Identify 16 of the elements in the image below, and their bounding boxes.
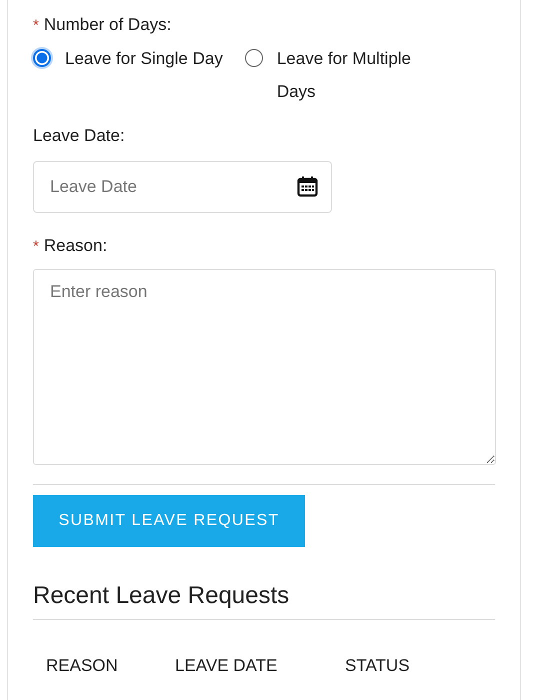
required-asterisk: *: [33, 238, 39, 254]
column-header: LEAVE DATE: [175, 656, 278, 676]
reason-field[interactable]: Enter reason: [33, 269, 496, 465]
radio-button[interactable]: [244, 49, 263, 67]
field-label: Number of Days:: [44, 15, 172, 35]
column-header: REASON: [46, 656, 119, 676]
calendar-icon[interactable]: [297, 176, 318, 197]
field-label: Leave Date:: [33, 126, 125, 146]
radio-label[interactable]: Leave for Multiple Days: [276, 42, 437, 108]
field-label: Reason:: [44, 236, 108, 256]
column-header: STATUS: [345, 656, 410, 676]
section-title: Recent Leave Requests: [33, 581, 495, 620]
radio-label[interactable]: Leave for Single Day: [65, 42, 223, 75]
radio-button[interactable]: [33, 49, 51, 67]
required-asterisk: *: [33, 16, 39, 34]
date-field[interactable]: Leave Date: [33, 161, 332, 213]
